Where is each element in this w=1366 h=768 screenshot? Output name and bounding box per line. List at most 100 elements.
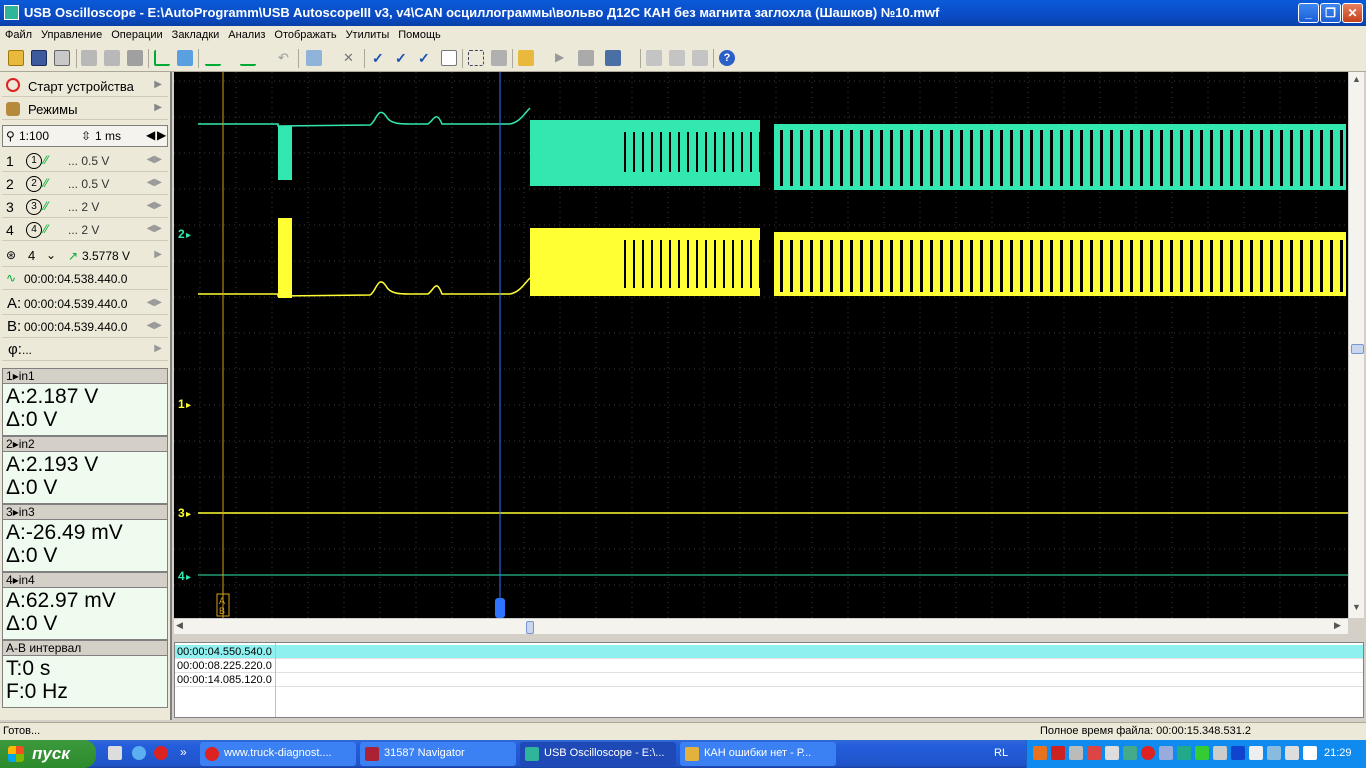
channel-row-3[interactable]: 3 3 ⁄⁄ ... 2 V ◀▶ — [2, 196, 168, 218]
tray-update-icon[interactable] — [1159, 746, 1173, 760]
zoom-value[interactable]: 1:100 — [19, 129, 49, 143]
tray-tool-icon[interactable] — [1069, 746, 1083, 760]
scroll-right-icon[interactable]: ▶ — [1334, 620, 1341, 631]
bluetooth-icon[interactable] — [1231, 746, 1245, 760]
menu-bookmarks[interactable]: Закладки — [167, 26, 224, 41]
undo-icon[interactable]: ↶ — [278, 50, 294, 66]
tray-display-icon[interactable] — [1249, 746, 1263, 760]
scroll-down-icon[interactable]: ▼ — [1352, 602, 1361, 612]
check-icon[interactable]: ✓ — [372, 50, 388, 66]
task-button-2[interactable]: 31587 Navigator — [360, 742, 516, 766]
task-button-4[interactable]: КАН ошибки нет - Р... — [680, 742, 836, 766]
bookmark-list[interactable]: 00:00:04.550.540.0 00:00:08.225.220.0 00… — [174, 642, 1364, 718]
chart-icon[interactable] — [646, 50, 662, 66]
grid-icon[interactable] — [605, 50, 621, 66]
oscilloscope-display[interactable]: A B 2 ▸ 1 ▸ 3 ▸ 4 ▸ — [174, 72, 1348, 618]
start-device-row[interactable]: Старт устройства ▶ — [2, 76, 168, 97]
timebase-right-arrow[interactable]: ▶ — [157, 128, 166, 142]
vertical-scrollbar[interactable]: ▲ ▼ — [1348, 72, 1364, 618]
language-indicator[interactable]: RL — [994, 747, 1008, 759]
fit-icon[interactable] — [468, 50, 484, 66]
tray-pdf-icon[interactable] — [1051, 746, 1065, 760]
tray-device-icon[interactable] — [1285, 746, 1299, 760]
menu-display[interactable]: Отображать — [269, 26, 340, 41]
channel-row-1[interactable]: 1 1 ⁄⁄ ... 0.5 V ◀▶ — [2, 150, 168, 172]
tool-icon[interactable] — [127, 50, 143, 66]
tray-opera-icon[interactable] — [1141, 746, 1155, 760]
bookmark-row[interactable]: 00:00:14.085.120.0 — [175, 673, 1363, 687]
filter-icon[interactable] — [205, 50, 221, 66]
stop-icon[interactable] — [578, 50, 594, 66]
desktop-icon[interactable] — [108, 746, 122, 760]
start-button[interactable]: пуск — [0, 740, 96, 768]
task-button-3[interactable]: USB Oscilloscope - E:\... — [520, 742, 676, 766]
scroll-up-icon[interactable]: ▲ — [1352, 74, 1361, 84]
check3-icon[interactable]: ✓ — [418, 50, 434, 66]
tray-usb-icon[interactable] — [1267, 746, 1281, 760]
horizontal-scrollbar[interactable]: ◀ ▶ — [174, 618, 1348, 634]
print-icon[interactable] — [54, 50, 70, 66]
trigger-position-marker[interactable] — [495, 598, 505, 618]
tray-app-icon[interactable] — [1033, 746, 1047, 760]
more-icon[interactable]: » — [180, 745, 187, 759]
phase-row[interactable]: φ: ... ▶ — [2, 339, 168, 361]
trigger-time-row[interactable]: ∿ 00:00:04.538.440.0 — [2, 268, 168, 290]
timebase-left-arrow[interactable]: ◀ — [146, 128, 155, 142]
save-icon[interactable] — [31, 50, 47, 66]
math-icon[interactable] — [240, 50, 256, 66]
notes-icon[interactable] — [441, 50, 457, 66]
paste-icon[interactable] — [104, 50, 120, 66]
opera-icon[interactable] — [154, 746, 168, 760]
tray-net-icon[interactable] — [1087, 746, 1101, 760]
open-icon[interactable] — [8, 50, 24, 66]
tray-signal-icon[interactable] — [1105, 746, 1119, 760]
volume-icon[interactable] — [1303, 746, 1317, 760]
scroll-left-icon[interactable]: ◀ — [176, 620, 183, 631]
folder-icon[interactable] — [518, 50, 534, 66]
menu-file[interactable]: Файл — [0, 26, 36, 41]
cursor-b-stepper-icon[interactable]: ◀▶ — [147, 320, 162, 331]
cursor-icon[interactable] — [154, 50, 170, 66]
timebase-value[interactable]: 1 ms — [95, 129, 121, 143]
channel-stepper-icon[interactable]: ◀▶ — [147, 200, 162, 211]
close-button[interactable]: ✕ — [1342, 3, 1363, 23]
vertical-scroll-thumb[interactable] — [1351, 344, 1364, 354]
cursor-b-row[interactable]: B: 00:00:04.539.440.0 ◀▶ — [2, 316, 168, 338]
tray-check-icon[interactable] — [1195, 746, 1209, 760]
delete-icon[interactable] — [692, 50, 708, 66]
channel-row-2[interactable]: 2 2 ⁄⁄ ... 0.5 V ◀▶ — [2, 173, 168, 195]
browser-icon[interactable] — [132, 746, 146, 760]
maximize-button[interactable]: ❐ — [1320, 3, 1341, 23]
zoom-icon[interactable] — [306, 50, 322, 66]
tray-shield-icon[interactable] — [1123, 746, 1137, 760]
menu-control[interactable]: Управление — [36, 26, 106, 41]
check2-icon[interactable]: ✓ — [395, 50, 411, 66]
tray-monitor-icon[interactable] — [1213, 746, 1227, 760]
tray-sync-icon[interactable] — [1177, 746, 1191, 760]
modes-row[interactable]: Режимы ▶ — [2, 99, 168, 120]
play-icon[interactable]: ▶ — [555, 50, 571, 66]
cursor-a-stepper-icon[interactable]: ◀▶ — [147, 297, 162, 308]
menu-analysis[interactable]: Анализ — [223, 26, 269, 41]
menu-operations[interactable]: Операции — [106, 26, 166, 41]
task-button-1[interactable]: www.truck-diagnost.... — [200, 742, 356, 766]
channel-row-4[interactable]: 4 4 ⁄⁄ ... 2 V ◀▶ — [2, 219, 168, 241]
minimize-button[interactable]: _ — [1298, 3, 1319, 23]
menu-utilities[interactable]: Утилиты — [341, 26, 394, 41]
channel-icon[interactable] — [177, 50, 193, 66]
mark-icon[interactable]: ✕ — [343, 50, 359, 66]
help-icon[interactable]: ? — [719, 50, 735, 66]
cursor-a-row[interactable]: A: 00:00:04.539.440.0 ◀▶ — [2, 293, 168, 315]
horizontal-scroll-thumb[interactable] — [526, 621, 534, 634]
menu-help[interactable]: Помощь — [393, 26, 445, 41]
waveform-canvas[interactable]: A B 2 ▸ 1 ▸ 3 ▸ 4 ▸ — [174, 72, 1348, 618]
clock[interactable]: 21:29 — [1324, 747, 1352, 759]
channel-stepper-icon[interactable]: ◀▶ — [147, 154, 162, 165]
channel-stepper-icon[interactable]: ◀▶ — [147, 177, 162, 188]
copy-icon[interactable] — [81, 50, 97, 66]
channel-stepper-icon[interactable]: ◀▶ — [147, 223, 162, 234]
page-icon[interactable] — [669, 50, 685, 66]
scale-icon[interactable] — [491, 50, 507, 66]
bookmark-row[interactable]: 00:00:04.550.540.0 — [175, 645, 1363, 659]
trigger-row[interactable]: ⊛ 4 ⌄ ↗ 3.5778 V ▶ — [2, 245, 168, 267]
